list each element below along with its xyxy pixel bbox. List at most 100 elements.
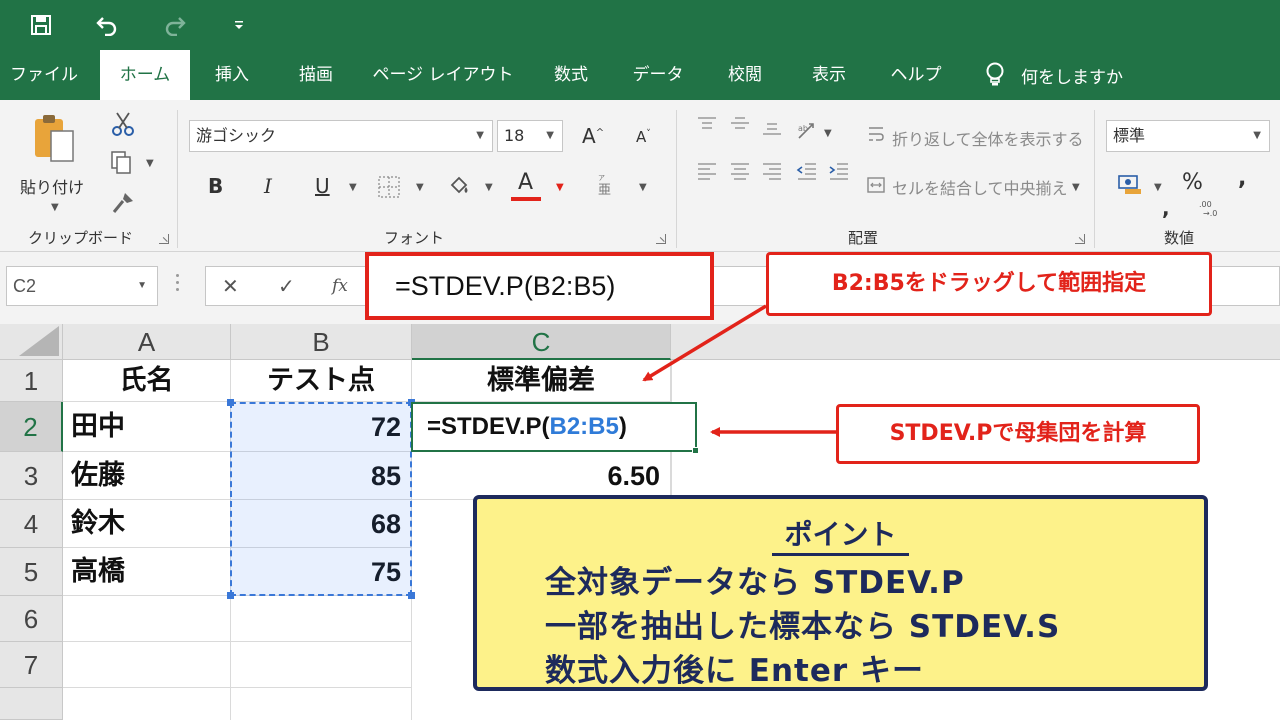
- row-header-1[interactable]: 1: [0, 360, 63, 402]
- cell-c3[interactable]: 6.50: [412, 452, 671, 500]
- increase-indent-icon[interactable]: [826, 160, 852, 182]
- row-header-2[interactable]: 2: [0, 402, 63, 452]
- fill-color-dropdown-icon[interactable]: ▼: [485, 182, 493, 193]
- tab-view[interactable]: 表示: [796, 50, 862, 100]
- align-center-icon[interactable]: [727, 160, 753, 182]
- cell-b7[interactable]: [231, 642, 412, 688]
- range-handle[interactable]: [227, 592, 234, 599]
- save-icon[interactable]: [24, 8, 58, 42]
- customize-qat-icon[interactable]: [222, 8, 256, 42]
- cell-a1[interactable]: 氏名: [63, 360, 231, 402]
- cell-a7[interactable]: [63, 642, 231, 688]
- fill-handle[interactable]: [692, 447, 699, 454]
- accounting-dropdown-icon[interactable]: ▼: [1154, 182, 1162, 193]
- grow-font-icon[interactable]: A^: [582, 124, 604, 148]
- formula-input[interactable]: =STDEV.P(B2:B5): [365, 252, 714, 320]
- enter-icon[interactable]: ✓: [278, 267, 295, 305]
- cell-a2[interactable]: 田中: [63, 402, 231, 452]
- merge-center-icon[interactable]: [866, 174, 886, 196]
- font-size-dropdown[interactable]: 18 ▼: [497, 120, 563, 152]
- cell-a6[interactable]: [63, 596, 231, 642]
- cell-b3[interactable]: 85: [231, 452, 412, 500]
- merge-center-button[interactable]: セルを結合して中央揃え: [892, 175, 1068, 199]
- formula-bar-grip[interactable]: [176, 274, 180, 296]
- cell-b1[interactable]: テスト点: [231, 360, 412, 402]
- borders-dropdown-icon[interactable]: ▼: [416, 182, 424, 193]
- paste-label[interactable]: 貼り付け: [20, 174, 84, 198]
- cell-a3[interactable]: 佐藤: [63, 452, 231, 500]
- align-top-icon[interactable]: [694, 114, 720, 134]
- shrink-font-icon[interactable]: A˅: [636, 128, 651, 146]
- cell-b5[interactable]: 75: [231, 548, 412, 596]
- insert-function-icon[interactable]: fx: [332, 267, 348, 305]
- number-format-dropdown[interactable]: 標準 ▼: [1106, 120, 1270, 152]
- cell-b8[interactable]: [231, 688, 412, 720]
- tab-review[interactable]: 校閲: [712, 50, 778, 100]
- row-header-3[interactable]: 3: [0, 452, 63, 500]
- active-cell-c2[interactable]: =STDEV.P(B2:B5): [411, 402, 697, 452]
- orientation-icon[interactable]: ab: [794, 120, 820, 142]
- column-header-a[interactable]: A: [63, 324, 231, 360]
- cell-b6[interactable]: [231, 596, 412, 642]
- undo-icon[interactable]: [90, 8, 124, 42]
- align-bottom-icon[interactable]: [759, 120, 785, 140]
- percent-style-button[interactable]: %: [1182, 170, 1203, 195]
- italic-button[interactable]: I: [264, 174, 272, 198]
- orientation-dropdown-icon[interactable]: ▼: [824, 128, 832, 139]
- tab-home[interactable]: ホーム: [100, 50, 190, 100]
- cancel-icon[interactable]: ✕: [222, 267, 239, 305]
- paste-dropdown-icon[interactable]: ▼: [51, 202, 59, 213]
- row-header-5[interactable]: 5: [0, 548, 63, 596]
- tab-help[interactable]: ヘルプ: [880, 50, 952, 100]
- align-middle-icon[interactable]: [727, 114, 753, 134]
- row-header-7[interactable]: 7: [0, 642, 63, 688]
- fill-color-icon[interactable]: [445, 172, 473, 200]
- cell-b2[interactable]: 72: [231, 402, 412, 452]
- phonetic-guide-icon[interactable]: ア亜: [594, 172, 616, 198]
- align-right-icon[interactable]: [759, 160, 785, 182]
- cell-a5[interactable]: 高橋: [63, 548, 231, 596]
- font-launcher-icon[interactable]: [656, 234, 666, 244]
- range-handle[interactable]: [227, 399, 234, 406]
- font-color-icon[interactable]: A: [518, 170, 533, 195]
- range-handle[interactable]: [408, 592, 415, 599]
- font-name-dropdown[interactable]: 游ゴシック ▼: [189, 120, 493, 152]
- column-header-c[interactable]: C: [412, 324, 671, 360]
- underline-dropdown-icon[interactable]: ▼: [349, 182, 357, 193]
- cut-icon[interactable]: [110, 110, 136, 138]
- accounting-format-icon[interactable]: [1116, 172, 1144, 196]
- wrap-text-button[interactable]: 折り返して全体を表示する: [892, 126, 1084, 150]
- name-box[interactable]: C2 ▼: [6, 266, 158, 306]
- copy-dropdown-icon[interactable]: ▼: [146, 158, 154, 169]
- tab-formulas[interactable]: 数式: [538, 50, 604, 100]
- comma-style-button[interactable]: ,: [1238, 166, 1246, 191]
- cell-a8[interactable]: [63, 688, 231, 720]
- redo-icon[interactable]: [158, 8, 192, 42]
- font-color-dropdown-icon[interactable]: ▼: [556, 182, 564, 193]
- decrease-indent-icon[interactable]: [794, 160, 820, 182]
- wrap-text-icon[interactable]: [866, 124, 886, 146]
- bold-button[interactable]: B: [208, 174, 223, 198]
- decrease-decimal-icon[interactable]: .00 →.0: [1196, 198, 1222, 218]
- tab-page-layout[interactable]: ページ レイアウト: [368, 50, 518, 100]
- increase-decimal-button[interactable]: ,: [1162, 196, 1170, 220]
- align-left-icon[interactable]: [694, 160, 720, 182]
- paste-icon[interactable]: [28, 112, 80, 166]
- tab-draw[interactable]: 描画: [282, 50, 350, 100]
- underline-button[interactable]: U: [315, 174, 330, 198]
- clipboard-launcher-icon[interactable]: [159, 234, 169, 244]
- phonetic-dropdown-icon[interactable]: ▼: [639, 182, 647, 193]
- cell-b4[interactable]: 68: [231, 500, 412, 548]
- tell-me-search[interactable]: 何をしますか: [985, 50, 1123, 100]
- cell-a4[interactable]: 鈴木: [63, 500, 231, 548]
- borders-icon[interactable]: [376, 174, 402, 200]
- tab-data[interactable]: データ: [620, 50, 696, 100]
- column-header-b[interactable]: B: [231, 324, 412, 360]
- alignment-launcher-icon[interactable]: [1075, 234, 1085, 244]
- merge-dropdown-icon[interactable]: ▼: [1072, 182, 1080, 193]
- tab-file[interactable]: ファイル: [0, 50, 88, 100]
- copy-icon[interactable]: [108, 148, 134, 176]
- tab-insert[interactable]: 挿入: [198, 50, 266, 100]
- select-all-button[interactable]: [0, 324, 63, 360]
- format-painter-icon[interactable]: [110, 190, 136, 216]
